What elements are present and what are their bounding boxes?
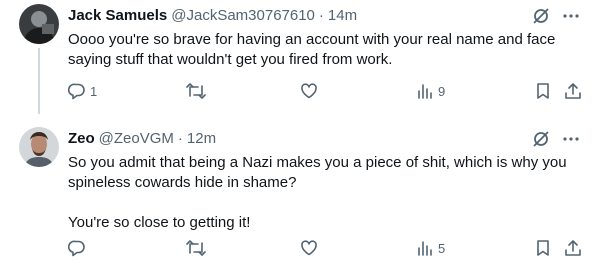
like-button[interactable] <box>300 239 318 257</box>
avatar[interactable] <box>19 127 59 167</box>
retweet-button[interactable] <box>186 239 206 257</box>
tweet[interactable]: Zeo @ZeoVGM · 12m So you admit that bein… <box>0 111 601 269</box>
like-icon <box>300 82 318 100</box>
views-button[interactable]: 9 <box>416 82 445 100</box>
views-button[interactable]: 5 <box>416 239 445 257</box>
share-icon <box>564 239 582 257</box>
user-handle[interactable]: @JackSam30767610 <box>171 7 315 24</box>
views-icon <box>416 239 434 257</box>
separator-dot: · <box>318 6 324 24</box>
display-name[interactable]: Zeo <box>68 130 95 147</box>
tweet-text: Oooo you're so brave for having an accou… <box>68 31 560 68</box>
bookmark-button[interactable] <box>534 82 552 100</box>
grok-icon[interactable] <box>531 129 551 149</box>
bookmark-icon <box>534 239 552 257</box>
tweet-actions: 5 <box>68 239 581 259</box>
share-button[interactable] <box>564 239 582 257</box>
reply-button[interactable] <box>68 239 90 257</box>
retweet-icon <box>186 82 206 100</box>
separator-dot: · <box>177 129 183 147</box>
reply-count: 1 <box>90 83 98 99</box>
more-icon[interactable] <box>561 129 581 149</box>
tweet-header: Jack Samuels @JackSam30767610 · 14m <box>68 6 581 24</box>
tweet-text: So you admit that being a Nazi makes you… <box>68 154 567 231</box>
user-handle[interactable]: @ZeoVGM <box>99 130 174 147</box>
like-button[interactable] <box>300 82 318 100</box>
bookmark-button[interactable] <box>534 239 552 257</box>
reply-icon <box>68 239 86 257</box>
views-icon <box>416 82 434 100</box>
like-icon <box>300 239 318 257</box>
bookmark-icon <box>534 82 552 100</box>
thread-connector-line <box>38 48 40 114</box>
view-count: 9 <box>438 83 446 99</box>
reply-icon <box>68 82 86 100</box>
grok-icon[interactable] <box>531 6 551 26</box>
display-name[interactable]: Jack Samuels <box>68 7 167 24</box>
retweet-button[interactable] <box>186 82 206 100</box>
share-icon <box>564 82 582 100</box>
avatar[interactable] <box>19 4 59 44</box>
tweet-header: Zeo @ZeoVGM · 12m <box>68 129 581 147</box>
retweet-icon <box>186 239 206 257</box>
share-button[interactable] <box>564 82 582 100</box>
view-count: 5 <box>438 240 446 256</box>
tweet[interactable]: Jack Samuels @JackSam30767610 · 14m Oooo… <box>0 0 601 114</box>
reply-button[interactable]: 1 <box>68 82 97 100</box>
timestamp[interactable]: 12m <box>187 130 216 147</box>
more-icon[interactable] <box>561 6 581 26</box>
tweet-actions: 1 9 <box>68 82 581 102</box>
timestamp[interactable]: 14m <box>328 7 357 24</box>
